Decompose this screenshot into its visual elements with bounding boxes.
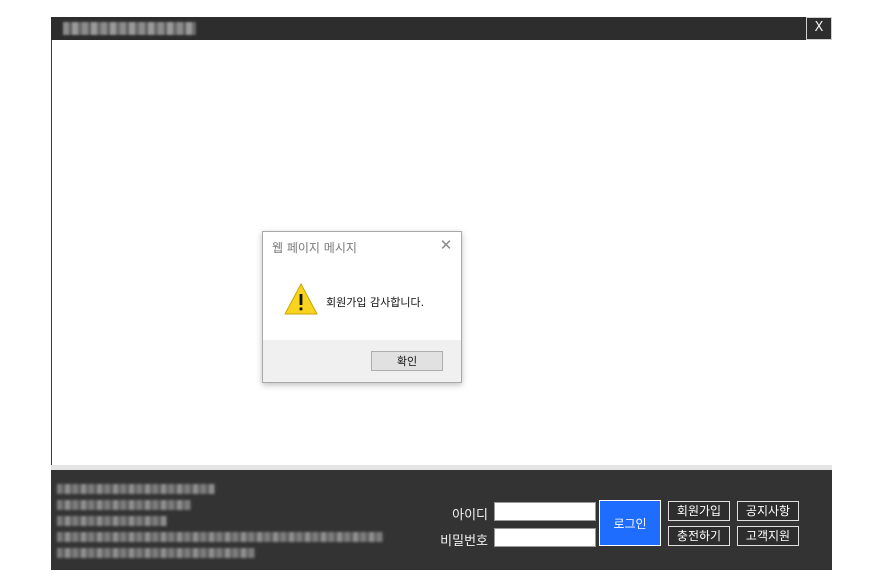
password-input[interactable]: [494, 528, 596, 547]
dialog-button-area: 확인: [263, 340, 461, 382]
dialog-close-icon[interactable]: ✕: [438, 237, 454, 253]
charge-button[interactable]: 충전하기: [668, 526, 730, 546]
company-info-line: ■■■■■■■■ ■■: [57, 516, 167, 526]
title-bar: ■■■■ ■ ■■■■■ ■■■■■ X: [51, 17, 832, 40]
company-info-line: ■■■■■■■■■■■■■■■■■■■■■■: [57, 548, 255, 558]
window-title: ■■■■ ■ ■■■■■ ■■■■■: [63, 22, 196, 35]
dialog-message: 회원가입 감사합니다.: [326, 296, 425, 309]
support-button[interactable]: 고객지원: [737, 526, 799, 546]
warning-icon: [284, 283, 318, 315]
id-label: 아이디: [452, 508, 488, 523]
notice-button[interactable]: 공지사항: [737, 501, 799, 521]
company-info-line: ■■■■■■■■■■■■■: [57, 500, 191, 510]
footer-bar: ■■■■■■■■■■■■■ ■■■ ■■■■■■■■■■■■■ ■■■■■■■■…: [51, 470, 832, 570]
window-close-button[interactable]: X: [806, 17, 832, 40]
company-info: ■■■■■■■■■■■■■ ■■■ ■■■■■■■■■■■■■ ■■■■■■■■…: [57, 484, 387, 564]
login-button[interactable]: 로그인: [599, 500, 661, 546]
warning-exclamation-dot: [299, 307, 303, 311]
company-info-line: ■■■■■■■■■■■■■ ■■■: [57, 484, 215, 494]
company-info-line: ■■■■■■■■■■■■■■■■■■■■■■■■■■■■■■■■■■■■: [57, 532, 383, 542]
ok-button[interactable]: 확인: [371, 351, 443, 371]
warning-exclamation-bar: [299, 294, 303, 305]
alert-dialog: 웹 페이지 메시지 ✕ 회원가입 감사합니다. 확인: [262, 231, 462, 383]
join-button[interactable]: 회원가입: [668, 501, 730, 521]
dialog-title: 웹 페이지 메시지: [272, 241, 357, 255]
id-input[interactable]: [494, 502, 596, 521]
password-label: 비밀번호: [440, 534, 488, 549]
